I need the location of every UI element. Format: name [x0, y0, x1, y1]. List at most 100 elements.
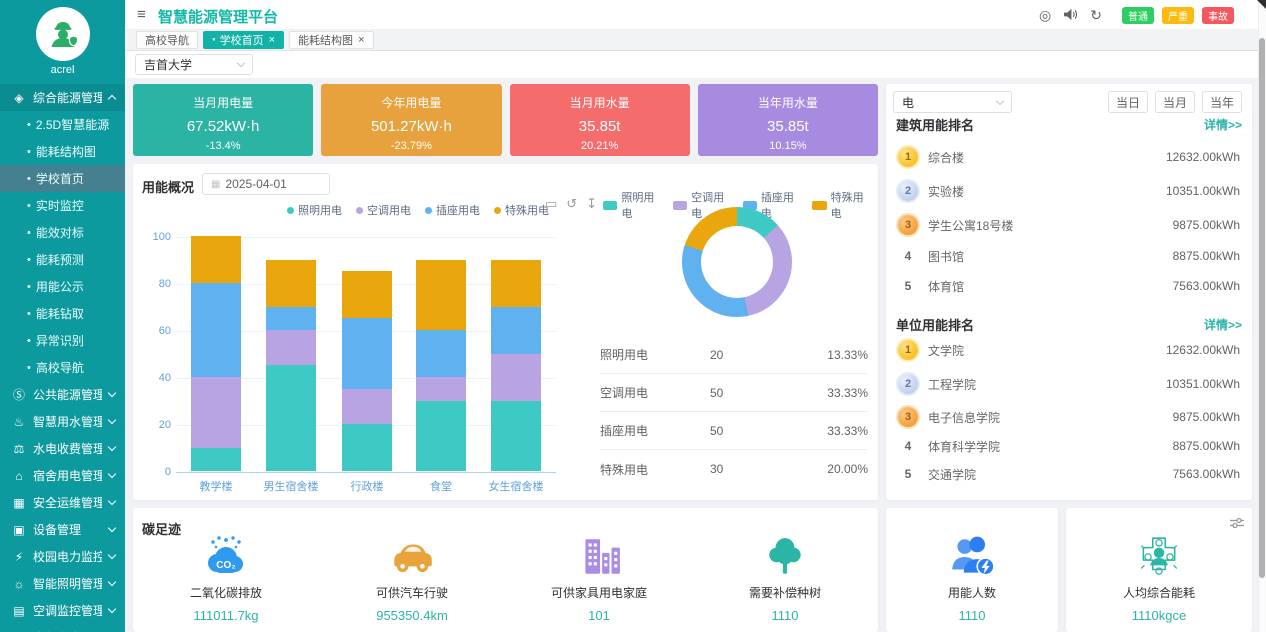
donut-legend-item-特殊用电[interactable]: 特殊用电 [812, 189, 873, 221]
scrollbar-thumb[interactable] [1259, 38, 1265, 578]
close-icon[interactable]: × [269, 34, 275, 46]
bar-男生宿舍楼[interactable] [266, 260, 316, 472]
energy-type-select[interactable]: 电 [893, 91, 1012, 113]
sidebar-subitem-label: 2.5D智慧能源 [36, 116, 109, 133]
sidebar-item[interactable]: Ⓢ公共能源管理 [0, 381, 125, 408]
tab-学校首页[interactable]: ●学校首页× [203, 31, 284, 49]
donut-legend-item-照明用电[interactable]: 照明用电 [603, 189, 664, 221]
scrollbar[interactable] [1258, 0, 1266, 632]
logo: acrel [0, 0, 125, 84]
hamburger-icon[interactable]: ≡ [137, 6, 146, 23]
legend-item-插座用电[interactable]: 插座用电 [425, 202, 480, 218]
bar-segment-空调用电 [266, 330, 316, 365]
bar-segment-插座用电 [416, 330, 466, 377]
legend-item-空调用电[interactable]: 空调用电 [356, 202, 411, 218]
legend-item-照明用电[interactable]: 照明用电 [287, 202, 342, 218]
sidebar-item[interactable]: ◆电气安全 [0, 624, 125, 632]
dorm-icon: ⌂ [12, 469, 26, 483]
sidebar-item[interactable]: ▣设备管理 [0, 516, 125, 543]
sidebar-item-label: 设备管理 [33, 521, 102, 538]
data-view-icon[interactable]: ▭ [545, 196, 557, 212]
fullscreen-icon[interactable]: ◎ [1039, 8, 1051, 22]
sliders-icon[interactable] [1230, 516, 1244, 534]
bar-segment-插座用电 [191, 283, 241, 377]
sidebar-subitem[interactable]: •用能公示 [0, 273, 125, 300]
building-detail-link[interactable]: 详情>> [1204, 116, 1242, 133]
sidebar-subitem[interactable]: •能耗钻取 [0, 300, 125, 327]
sidebar-subitem[interactable]: •学校首页 [0, 165, 125, 192]
school-select-value: 吉首大学 [144, 56, 192, 73]
carbon-item: 可供家具用电家庭101 [506, 508, 692, 632]
refresh-icon[interactable]: ↻ [1090, 8, 1102, 22]
bar-segment-特殊用电 [416, 260, 466, 331]
stat-card: 今年用电量501.27kW·h-23.79% [321, 84, 501, 156]
x-axis-label: 女生宿舍楼 [476, 478, 556, 494]
rank-name: 图书馆 [928, 248, 1173, 265]
carbon-item-label: 二氧化碳排放 [133, 584, 319, 601]
bullet-icon: • [27, 227, 31, 239]
stat-card-title: 当月用电量 [133, 94, 313, 111]
sidebar-item[interactable]: ▤空调监控管理 [0, 597, 125, 624]
rank-value: 12632.00kWh [1166, 150, 1240, 164]
stat-card-title: 当月用水量 [510, 94, 690, 111]
sidebar-item[interactable]: ▦安全运维管理 [0, 489, 125, 516]
people-energy-icon [886, 532, 1058, 582]
period-button-当日[interactable]: 当日 [1108, 91, 1148, 113]
rank-number: 4 [898, 249, 918, 263]
sidebar-subitem-label: 高校导航 [36, 359, 84, 376]
topbar-tools: ◎ ↻ 普通严重事故 [1039, 0, 1234, 30]
stat-card: 当年用水量35.85t10.15% [698, 84, 878, 156]
sidebar-subitem[interactable]: •异常识别 [0, 327, 125, 354]
chart-toolbox: ▭ ↺ ↧ [545, 196, 597, 212]
sidebar-subitem[interactable]: •能效对标 [0, 219, 125, 246]
buildings-icon [506, 532, 692, 582]
restore-icon[interactable]: ↺ [566, 196, 577, 212]
sidebar-subitem[interactable]: •高校导航 [0, 354, 125, 381]
sidebar-item[interactable]: ⚖水电收费管理 [0, 435, 125, 462]
close-icon[interactable]: × [358, 34, 364, 46]
legend-label: 特殊用电 [505, 202, 549, 218]
tab-高校导航[interactable]: 高校导航 [136, 31, 198, 49]
sidebar-item[interactable]: ☼智能照明管理 [0, 570, 125, 597]
carbon-item-label: 可供汽车行驶 [319, 584, 505, 601]
sidebar-subitem[interactable]: •实时监控 [0, 192, 125, 219]
legend-item-特殊用电[interactable]: 特殊用电 [494, 202, 549, 218]
sidebar-item[interactable]: ◈综合能源管理 [0, 84, 125, 111]
rank-value: 7563.00kWh [1173, 467, 1240, 481]
school-select[interactable]: 吉首大学 [135, 54, 253, 75]
bar-教学楼[interactable] [191, 236, 241, 471]
donut-legend-label: 照明用电 [621, 189, 663, 221]
speaker-icon[interactable] [1063, 8, 1078, 23]
carbon-footprint-card: 碳足迹 CO₂二氧化碳排放111011.7kg可供汽车行驶955350.4km可… [133, 508, 878, 632]
sidebar-subitem[interactable]: •能耗预测 [0, 246, 125, 273]
date-value: 2025-04-01 [225, 177, 286, 191]
tab-能耗结构图[interactable]: 能耗结构图× [289, 31, 373, 49]
unit-detail-link[interactable]: 详情>> [1204, 316, 1242, 333]
donut-table-percent: 33.33% [780, 424, 868, 438]
save-image-icon[interactable]: ↧ [586, 196, 597, 212]
sidebar-subitem[interactable]: •2.5D智慧能源 [0, 111, 125, 138]
bar-行政楼[interactable] [342, 271, 392, 471]
sidebar-subitem-label: 学校首页 [36, 170, 84, 187]
period-button-当月[interactable]: 当月 [1155, 91, 1195, 113]
bar-女生宿舍楼[interactable] [491, 260, 541, 472]
carbon-item-label: 可供家具用电家庭 [506, 584, 692, 601]
sidebar-item[interactable]: ⌂宿舍用电管理 [0, 462, 125, 489]
sidebar-item[interactable]: ⚡校园电力监控 [0, 543, 125, 570]
rank-row: 3学生公寓18号楼9875.00kWh [898, 212, 1240, 238]
sidebar-subitem[interactable]: •能耗结构图 [0, 138, 125, 165]
alarm-button[interactable]: 普通 [1122, 7, 1154, 24]
bar-食堂[interactable] [416, 260, 466, 472]
stacked-bar-chart [176, 237, 556, 472]
rank-name: 学生公寓18号楼 [928, 217, 1173, 234]
active-dot-icon: ● [212, 37, 216, 43]
period-button-当年[interactable]: 当年 [1202, 91, 1242, 113]
bar-segment-空调用电 [416, 377, 466, 401]
alarm-button[interactable]: 严重 [1162, 7, 1194, 24]
medal-3-icon: 3 [898, 215, 918, 235]
alarm-button[interactable]: 事故 [1202, 7, 1234, 24]
bullet-icon: • [27, 146, 31, 158]
date-picker[interactable]: ▦ 2025-04-01 [202, 173, 330, 195]
app-title: 智慧能源管理平台 [158, 6, 278, 27]
sidebar-item[interactable]: ♨智慧用水管理 [0, 408, 125, 435]
